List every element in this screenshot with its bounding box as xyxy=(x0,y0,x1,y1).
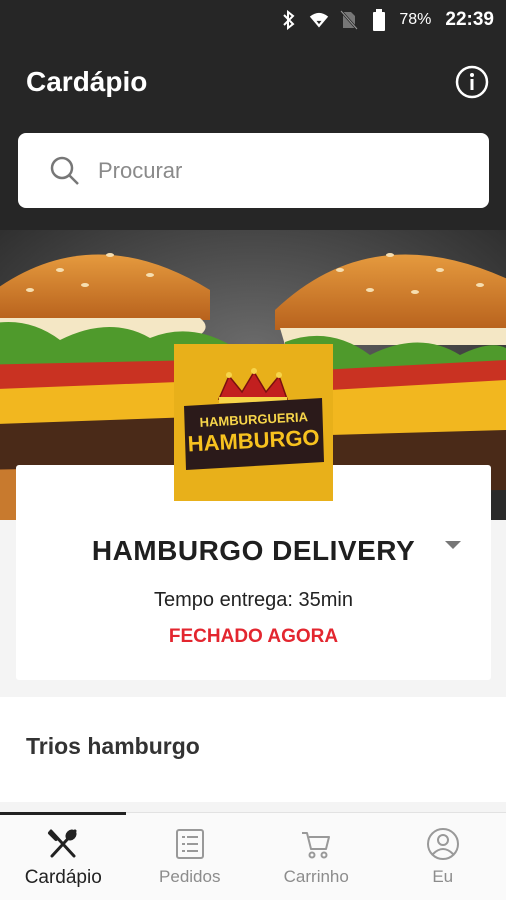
clock: 22:39 xyxy=(445,9,494,30)
nav-item-pedidos[interactable]: Pedidos xyxy=(127,813,254,900)
chevron-down-icon[interactable] xyxy=(445,541,461,549)
bluetooth-icon xyxy=(279,10,299,30)
status-bar: 78% 22:39 xyxy=(0,0,506,40)
nav-item-eu[interactable]: Eu xyxy=(380,813,506,900)
fork-knife-icon xyxy=(46,827,80,861)
nav-label: Carrinho xyxy=(283,867,349,886)
battery-icon xyxy=(369,9,389,31)
restaurant-logo: HAMBURGUERIA HAMBURGO xyxy=(174,344,333,501)
category-title: Trios hamburgo xyxy=(26,733,200,759)
user-icon xyxy=(426,827,460,861)
wifi-icon xyxy=(309,10,329,30)
nav-item-carrinho[interactable]: Carrinho xyxy=(253,813,380,900)
search-input[interactable] xyxy=(98,157,418,184)
delivery-time: Tempo entrega: 35min xyxy=(153,589,353,611)
no-sim-icon xyxy=(339,10,359,30)
app-bar: Cardápio xyxy=(0,40,506,230)
bottom-navigation: Cardápio Pedidos Carrinho Eu xyxy=(0,812,506,900)
nav-label: Cardápio xyxy=(24,867,102,888)
crown-icon xyxy=(217,368,289,403)
page-title: Cardápio xyxy=(26,66,148,97)
store-name: HAMBURGO DELIVERY xyxy=(91,535,416,566)
nav-label: Eu xyxy=(432,867,454,886)
nav-label: Pedidos xyxy=(159,867,221,886)
search-bar[interactable] xyxy=(18,133,489,208)
info-icon[interactable] xyxy=(454,64,490,100)
search-icon xyxy=(48,154,82,188)
cart-icon xyxy=(299,827,333,861)
category-section[interactable]: Trios hamburgo xyxy=(0,697,506,802)
list-icon xyxy=(173,827,207,861)
battery-percent: 78% xyxy=(399,11,432,28)
store-status: FECHADO AGORA xyxy=(168,626,339,647)
nav-item-cardapio[interactable]: Cardápio xyxy=(0,812,127,900)
